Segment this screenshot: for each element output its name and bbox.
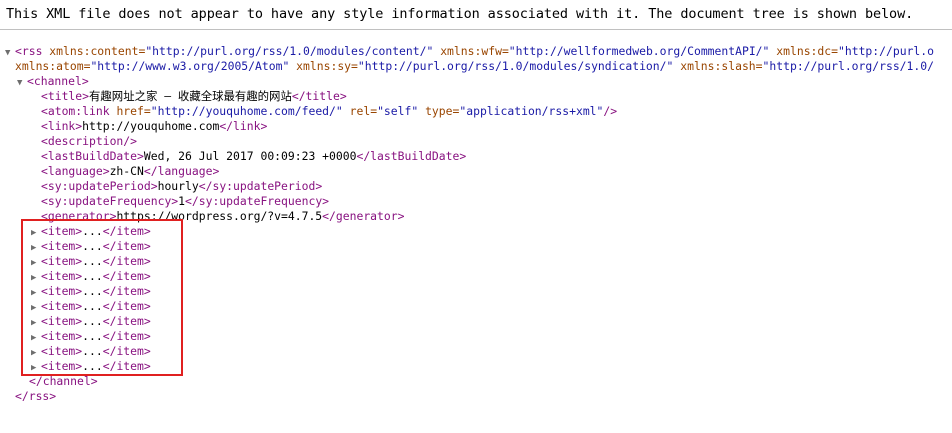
- attr-name: xmlns:wfw: [440, 44, 502, 58]
- xml-info-message: This XML file does not appear to have an…: [6, 6, 914, 22]
- attr-name: xmlns:sy: [296, 59, 352, 73]
- attr-value: "http://purl.org/rss/1.0/modules/content…: [145, 44, 434, 58]
- collapse-triangle-icon[interactable]: ▼: [5, 46, 15, 61]
- rss-attrs-line: xmlns:atom="http://www.w3.org/2005/Atom"…: [15, 59, 934, 73]
- tag-open: <sy:updatePeriod>: [41, 179, 158, 193]
- tag-close: </generator>: [322, 209, 405, 223]
- tag-close: </title>: [291, 89, 347, 103]
- last-build-date-text: Wed, 26 Jul 2017 00:09:23 +0000: [143, 149, 357, 163]
- title-line: <title>有趣网址之家 – 收藏全球最有趣的网站</title>: [41, 89, 347, 104]
- atom-link-line: <atom:link href="http://youquhome.com/fe…: [41, 104, 617, 119]
- tag-close: />: [603, 104, 618, 118]
- tag-close: </language>: [143, 164, 220, 178]
- tag-open: <sy:updateFrequency>: [41, 194, 179, 208]
- attr-name: href=: [116, 104, 151, 118]
- items-highlight-box: [21, 219, 183, 376]
- attr-value: "http://purl.o: [838, 44, 935, 58]
- link-line: <link>http://youquhome.com</link>: [41, 119, 267, 134]
- channel-close-tag: </channel>: [29, 374, 98, 388]
- channel-open-line: ▼ <channel>: [17, 74, 89, 89]
- xml-info-banner: This XML file does not appear to have an…: [0, 0, 952, 30]
- rss-close-tag: </rss>: [15, 389, 57, 403]
- attr-value: "http://youquhome.com/feed/": [150, 104, 343, 118]
- attr-name: type=: [425, 104, 460, 118]
- last-build-date-line: <lastBuildDate>Wed, 26 Jul 2017 00:09:23…: [41, 149, 466, 164]
- attr-value: "self": [377, 104, 419, 118]
- tag-open: <link>: [41, 119, 83, 133]
- rss-open-line: ▼ <rss xmlns:content="http://purl.org/rss…: [5, 44, 934, 59]
- attr-name: rel=: [349, 104, 378, 118]
- channel-title-text: 有趣网址之家 – 收藏全球最有趣的网站: [89, 89, 292, 103]
- collapse-triangle-icon[interactable]: ▼: [17, 76, 27, 91]
- tag-open: <language>: [41, 164, 110, 178]
- tag-close: </link>: [219, 119, 268, 133]
- tag-open: <lastBuildDate>: [41, 149, 144, 163]
- channel-close-line: </channel>: [29, 374, 98, 389]
- attr-value: "http://wellformedweb.org/CommentAPI/": [508, 44, 770, 58]
- atom-link-tag: <atom:link: [41, 104, 110, 118]
- attr-name: xmlns:slash: [680, 59, 756, 73]
- channel-tag: <channel>: [27, 74, 89, 88]
- attr-name: xmlns:dc: [776, 44, 832, 58]
- language-text: zh-CN: [109, 164, 144, 178]
- tag-open: <title>: [41, 89, 90, 103]
- language-line: <language>zh-CN</language>: [41, 164, 219, 179]
- rss-close-line: </rss>: [15, 389, 56, 404]
- update-period-text: hourly: [157, 179, 199, 193]
- tag-close: </sy:updateFrequency>: [185, 194, 330, 208]
- link-text: http://youquhome.com: [82, 119, 220, 133]
- rss-tag: <rss: [15, 44, 43, 58]
- tag-close: </sy:updatePeriod>: [198, 179, 323, 193]
- attr-value: "http://purl.org/rss/1.0/: [762, 59, 934, 73]
- attr-name: xmlns:content: [49, 44, 139, 58]
- tag-close: </lastBuildDate>: [356, 149, 467, 163]
- update-period-line: <sy:updatePeriod>hourly</sy:updatePeriod…: [41, 179, 322, 194]
- attr-value: "http://www.w3.org/2005/Atom": [90, 59, 290, 73]
- attr-name: xmlns:atom: [15, 59, 84, 73]
- attr-value: "application/rss+xml": [459, 104, 604, 118]
- description-line: <description/>: [41, 134, 137, 149]
- update-frequency-text: 1: [178, 194, 186, 208]
- description-tag: <description/>: [41, 134, 138, 148]
- update-frequency-line: <sy:updateFrequency>1</sy:updateFrequenc…: [41, 194, 329, 209]
- attr-value: "http://purl.org/rss/1.0/modules/syndica…: [357, 59, 674, 73]
